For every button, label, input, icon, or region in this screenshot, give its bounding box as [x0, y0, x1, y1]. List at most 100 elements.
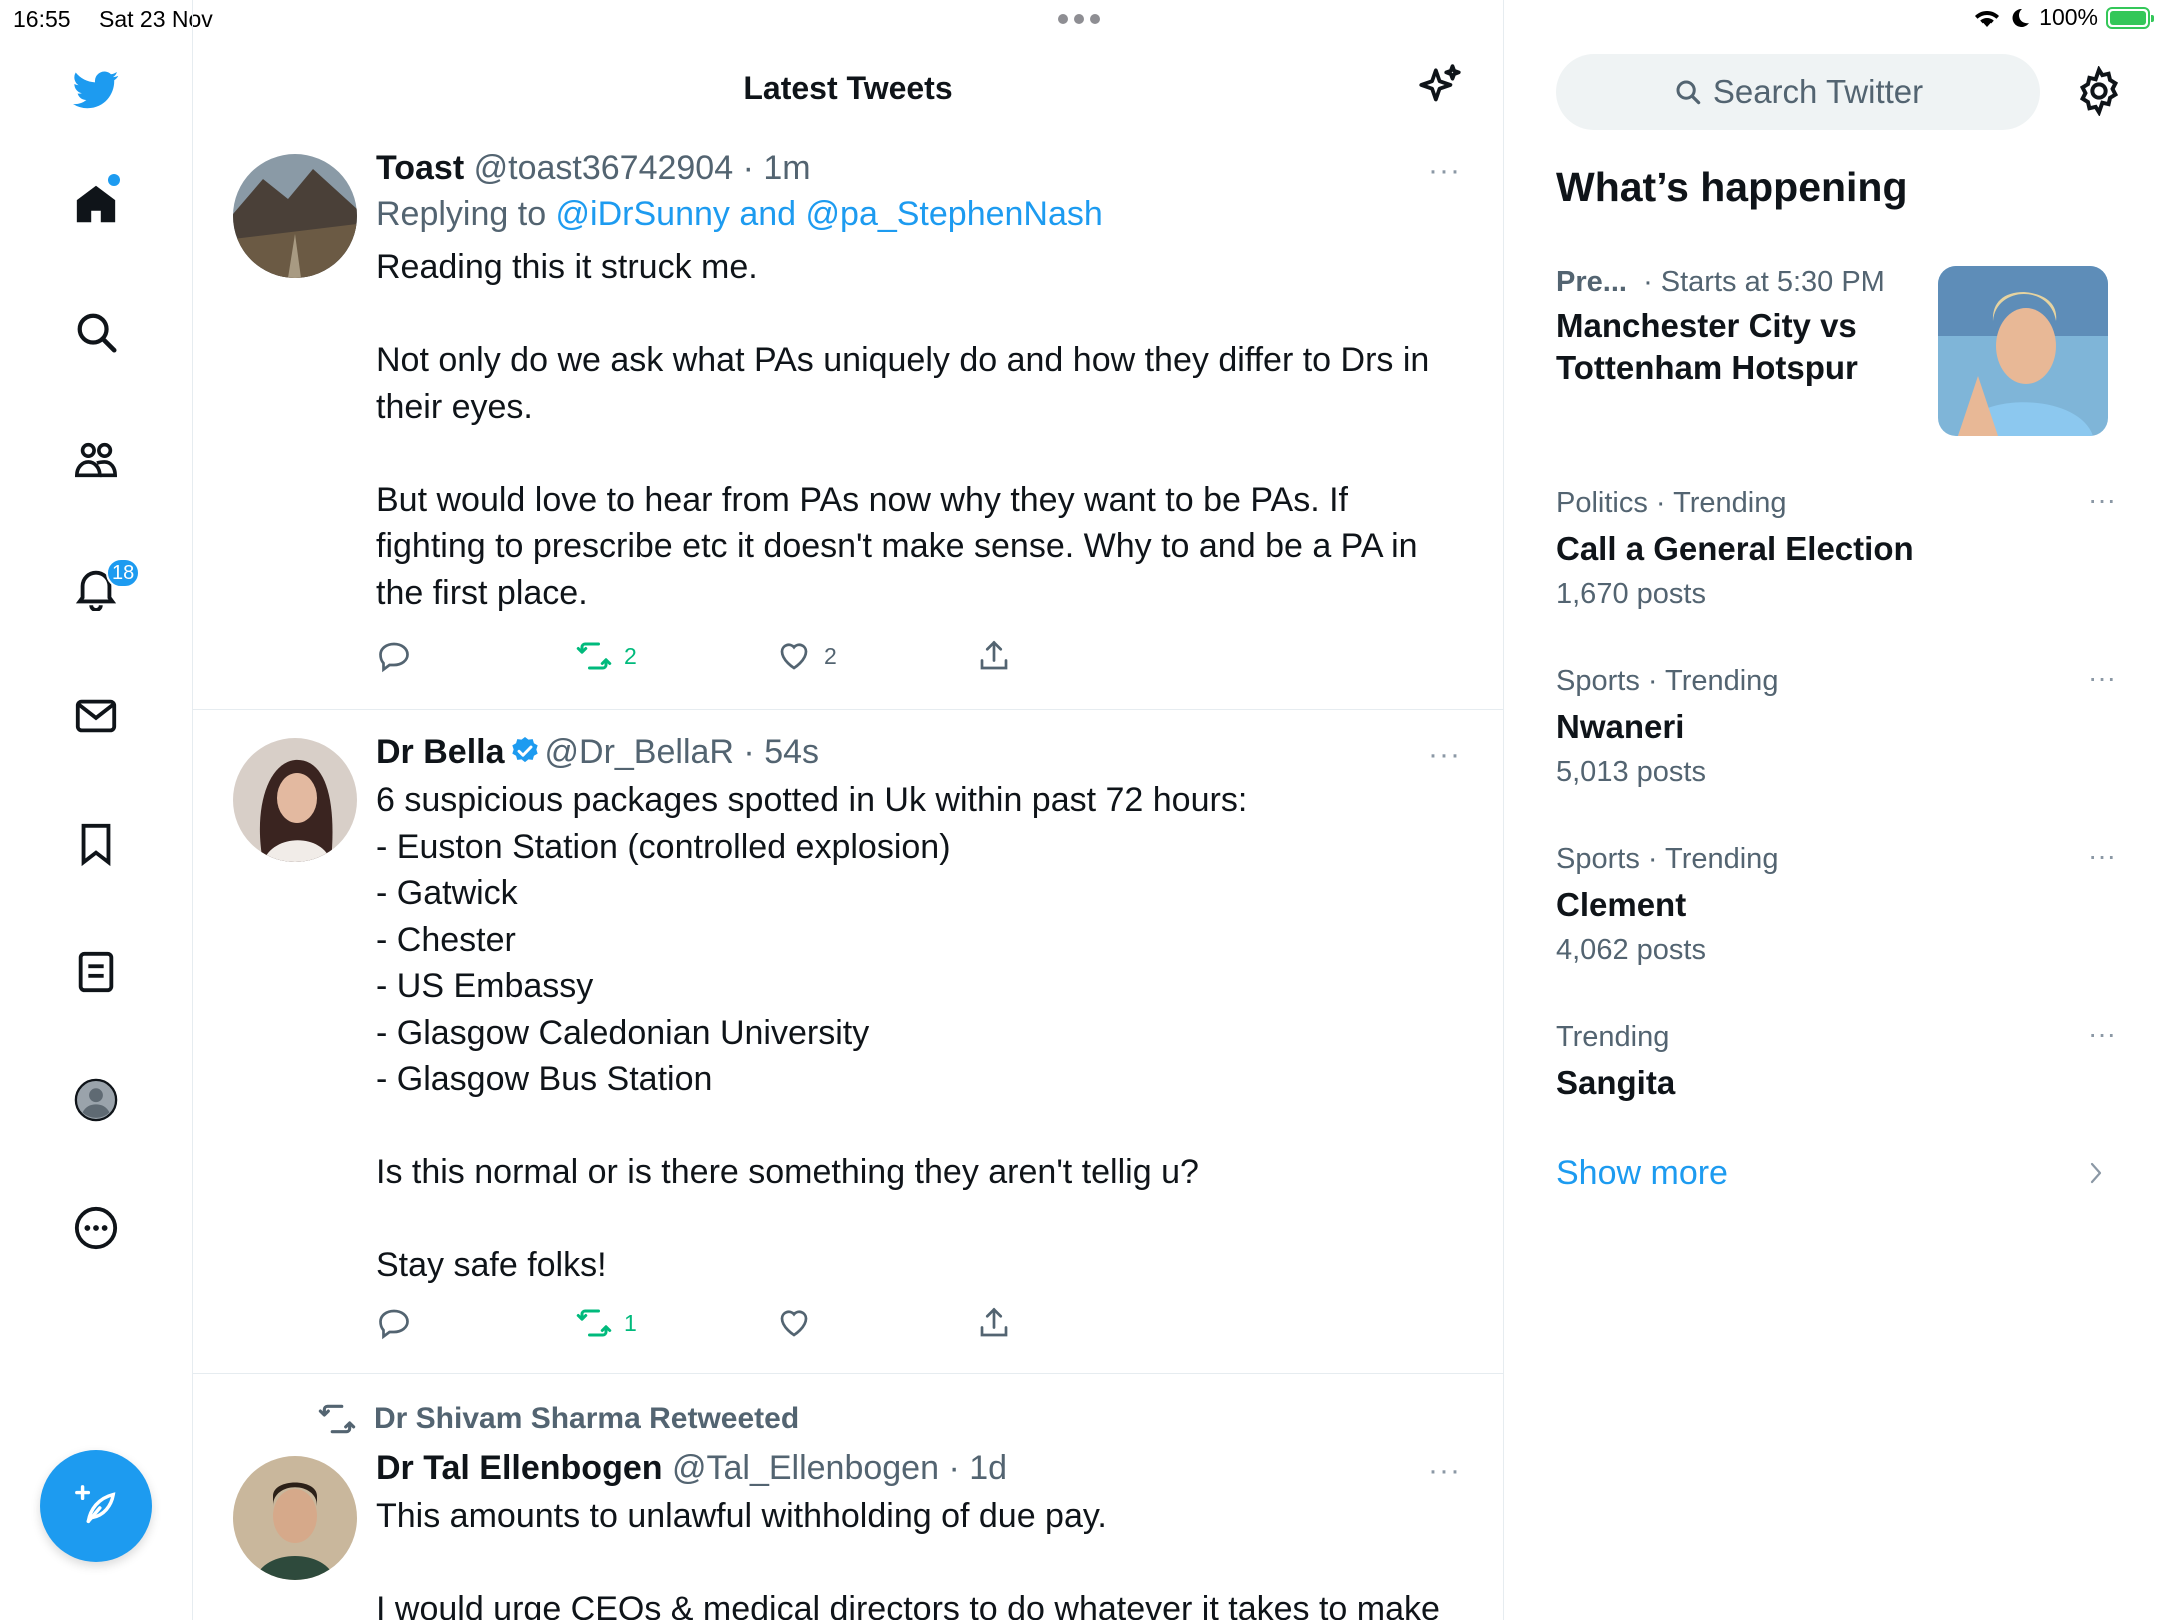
trend-item[interactable]: Politics · Trending Call a General Elect…	[1556, 484, 2116, 614]
trend-more-button[interactable]: ···	[2088, 840, 2116, 872]
tweet-author-name[interactable]: Dr Bella	[376, 733, 505, 771]
trend-category: Politics · Trending	[1556, 487, 1787, 519]
like-button[interactable]	[776, 1305, 824, 1341]
nav-communities[interactable]	[62, 426, 130, 494]
nav-home[interactable]	[62, 170, 130, 238]
compose-tweet-button[interactable]	[40, 1450, 152, 1562]
event-item[interactable]: Pre... · Starts at 5:30 PM Manchester Ci…	[1556, 263, 1936, 389]
tweet[interactable]: Dr Shivam Sharma Retweeted Dr Tal Ellenb…	[193, 1374, 1503, 1620]
tweet-text: This amounts to unlawful withholding of …	[376, 1497, 1440, 1620]
twitter-logo[interactable]	[62, 56, 130, 124]
retweet-button[interactable]: 1	[576, 1305, 637, 1341]
search-icon	[77, 313, 117, 353]
trend-more-button[interactable]: ···	[2088, 662, 2116, 694]
messages-icon	[75, 699, 117, 733]
tweet-time[interactable]: · 1m	[743, 149, 811, 187]
share-icon	[980, 1307, 1008, 1337]
tweet-time[interactable]: · 54s	[743, 733, 819, 771]
trend-name: Clement	[1556, 886, 1687, 923]
tweet-author-name[interactable]: Dr Tal Ellenbogen	[376, 1449, 663, 1487]
trend-posts: 5,013 posts	[1556, 756, 1706, 788]
nav-more[interactable]	[62, 1194, 130, 1262]
retweet-icon	[576, 642, 612, 670]
more-icon	[74, 1206, 118, 1250]
tweet[interactable]: Dr Bella @Dr_BellaR · 54s 6 suspicious pa…	[193, 710, 1503, 1374]
event-image[interactable]	[1938, 266, 2108, 436]
nav-profile[interactable]	[62, 1066, 130, 1134]
show-more-label: Show more	[1556, 1154, 1728, 1192]
avatar[interactable]	[233, 154, 357, 278]
replying-to: Replying to @iDrSunny and @pa_StephenNas…	[376, 190, 1443, 238]
like-count: 2	[824, 642, 837, 669]
event-title: Manchester City vs Tottenham Hotspur	[1556, 307, 1858, 386]
tweet[interactable]: Toast @toast36742904 · 1m Replying to @i…	[193, 140, 1503, 710]
trend-item[interactable]: Sports · Trending Clement 4,062 posts ··…	[1556, 840, 2116, 970]
tweet-actions: 2 2	[376, 638, 1076, 678]
trend-posts: 4,062 posts	[1556, 934, 1706, 966]
whats-happening-title: What’s happening	[1556, 164, 1908, 210]
tweet-time[interactable]: · 1d	[948, 1449, 1007, 1487]
reply-button[interactable]	[376, 638, 412, 674]
avatar-landscape-image	[233, 154, 357, 278]
compose-feather-icon	[75, 1485, 116, 1524]
tweet-more-button[interactable]: ···	[1428, 738, 1461, 772]
avatar-portrait-image	[233, 738, 357, 862]
page-title: Latest Tweets	[743, 70, 953, 106]
tweet-handle[interactable]: @Dr_BellaR	[545, 733, 734, 771]
event-start-time: · Starts at 5:30 PM	[1643, 266, 1885, 298]
sparkle-icon[interactable]	[1415, 62, 1465, 112]
tweet-more-button[interactable]: ···	[1428, 154, 1461, 188]
timeline-header: Latest Tweets	[193, 40, 1503, 140]
trend-more-button[interactable]: ···	[2088, 1018, 2116, 1050]
nav-lists[interactable]	[62, 938, 130, 1006]
heart-icon	[780, 643, 808, 670]
right-sidebar: Search Twitter What’s happening Pre... ·…	[1504, 0, 2160, 1620]
reply-icon	[379, 642, 409, 673]
tweet-text: 6 suspicious packages spotted in Uk with…	[376, 781, 1248, 1284]
nav-notifications[interactable]: 18	[62, 554, 141, 622]
trend-more-button[interactable]: ···	[2088, 484, 2116, 516]
search-placeholder: Search Twitter	[1712, 73, 1924, 110]
verified-badge-icon	[511, 737, 538, 763]
settings-gear-icon[interactable]	[2074, 66, 2124, 116]
event-player-image	[1938, 266, 2108, 436]
retweet-icon	[576, 1309, 612, 1337]
left-nav: 18	[0, 0, 193, 1620]
nav-messages[interactable]	[62, 682, 130, 750]
like-button[interactable]: 2	[776, 638, 837, 674]
tweet-more-button[interactable]: ···	[1428, 1454, 1461, 1488]
tweet-author-name[interactable]: Toast	[376, 149, 464, 187]
share-button[interactable]	[976, 1305, 1012, 1341]
reply-button[interactable]	[376, 1305, 412, 1341]
tweet-handle[interactable]: @Tal_Ellenbogen	[672, 1449, 939, 1487]
tweet-text: Reading this it struck me. Not only do w…	[376, 248, 1430, 612]
replying-to-prefix: Replying to	[376, 195, 556, 233]
chevron-right-icon	[2090, 1162, 2102, 1184]
tweet-handle[interactable]: @toast36742904	[474, 149, 734, 187]
retweet-count: 1	[624, 1309, 637, 1336]
tweet-actions: 1	[376, 1305, 1076, 1345]
avatar[interactable]	[233, 738, 357, 862]
avatar[interactable]	[233, 1456, 357, 1580]
share-button[interactable]	[976, 638, 1012, 674]
search-icon	[1676, 80, 1701, 105]
notifications-badge: 18	[106, 558, 141, 588]
search-input[interactable]: Search Twitter	[1556, 54, 2040, 130]
trend-category: Sports · Trending	[1556, 843, 1779, 875]
show-more-link[interactable]: Show more	[1556, 1154, 2116, 1193]
retweet-button[interactable]: 2	[576, 638, 637, 674]
trend-name: Call a General Election	[1556, 530, 1914, 567]
avatar-portrait-image	[233, 1456, 357, 1580]
reply-mentions-link[interactable]: @iDrSunny and @pa_StephenNash	[556, 195, 1103, 233]
retweeted-by-text[interactable]: Dr Shivam Sharma Retweeted	[374, 1402, 799, 1436]
nav-explore[interactable]	[62, 298, 130, 366]
trend-name: Sangita	[1556, 1064, 1676, 1101]
trend-item[interactable]: Sports · Trending Nwaneri 5,013 posts ··…	[1556, 662, 2116, 792]
profile-icon	[74, 1078, 118, 1122]
nav-bookmarks[interactable]	[62, 810, 130, 878]
share-icon	[980, 640, 1008, 670]
twitter-bird-icon	[73, 71, 119, 109]
home-unread-dot	[108, 174, 120, 186]
retweet-icon	[318, 1404, 356, 1434]
trend-item[interactable]: Trending Sangita ···	[1556, 1018, 2116, 1104]
